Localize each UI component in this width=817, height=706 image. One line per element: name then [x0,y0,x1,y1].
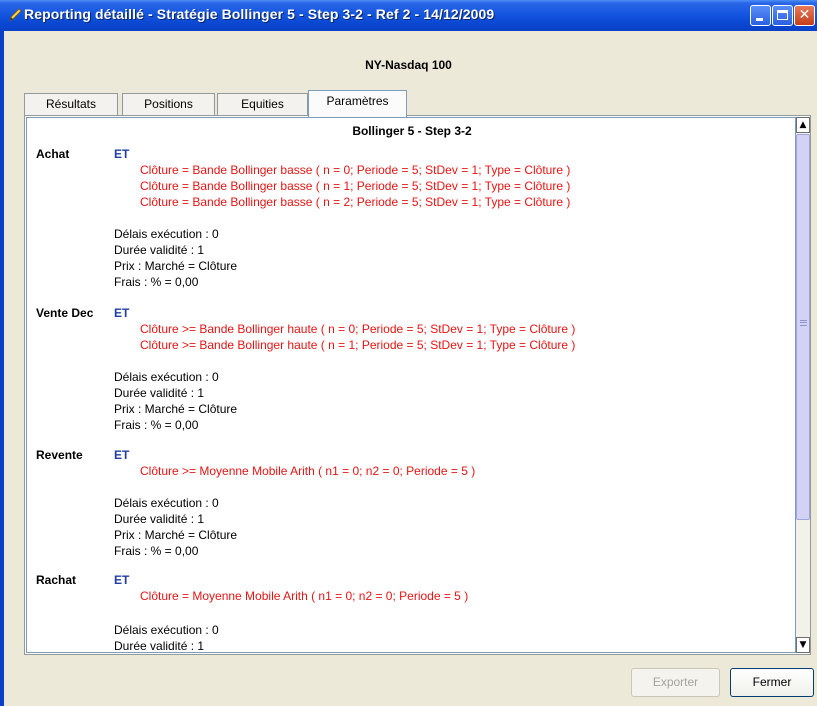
arrow-up-icon: ▲ [799,120,807,130]
execution-delay: Délais exécution : 0 [114,227,219,241]
report-window: Reporting détaillé - Stratégie Bollinger… [0,0,817,706]
condition-line: Clôture >= Moyenne Mobile Arith ( n1 = 0… [140,464,476,478]
logic-operator: ET [114,448,130,462]
title-bar[interactable]: Reporting détaillé - Stratégie Bollinger… [0,0,817,31]
parameters-content: Bollinger 5 - Step 3-2 Achat ET Clôture … [26,117,796,653]
fees-setting: Frais : % = 0,00 [114,544,199,558]
condition-line: Clôture >= Bande Bollinger haute ( n = 1… [140,338,576,352]
price-setting: Prix : Marché = Clôture [114,528,238,542]
section-label: Revente [36,448,83,462]
execution-delay: Délais exécution : 0 [114,496,219,510]
condition-line: Clôture = Bande Bollinger basse ( n = 1;… [140,179,571,193]
validity-duration: Durée validité : 1 [114,639,205,653]
grip-icon [800,320,807,326]
validity-duration: Durée validité : 1 [114,386,205,400]
minimize-button[interactable] [750,5,771,26]
close-icon: ✕ [798,7,811,23]
close-window-button[interactable]: ✕ [794,5,815,26]
window-title: Reporting détaillé - Stratégie Bollinger… [24,6,495,22]
strategy-title: Bollinger 5 - Step 3-2 [352,124,472,138]
price-setting: Prix : Marché = Clôture [114,402,238,416]
maximize-icon [777,10,788,20]
validity-duration: Durée validité : 1 [114,512,205,526]
parameters-panel: Bollinger 5 - Step 3-2 Achat ET Clôture … [24,115,811,655]
section-label: Vente Dec [36,306,94,320]
execution-delay: Délais exécution : 0 [114,623,219,637]
maximize-button[interactable] [772,5,793,26]
tab-equities[interactable]: Equities [217,93,308,115]
condition-line: Clôture = Bande Bollinger basse ( n = 2;… [140,195,571,209]
validity-duration: Durée validité : 1 [114,243,205,257]
fees-setting: Frais : % = 0,00 [114,418,199,432]
arrow-down-icon: ▼ [799,640,807,650]
minimize-icon [756,18,763,21]
logic-operator: ET [114,147,130,161]
logic-operator: ET [114,573,130,587]
condition-line: Clôture = Bande Bollinger basse ( n = 0;… [140,163,571,177]
scroll-down-button[interactable]: ▼ [796,637,810,653]
section-label: Rachat [36,573,77,587]
tab-positions[interactable]: Positions [122,93,215,115]
tab-parametres[interactable]: Paramètres [308,90,407,117]
condition-line: Clôture = Moyenne Mobile Arith ( n1 = 0;… [140,589,469,603]
condition-line: Clôture >= Bande Bollinger haute ( n = 0… [140,322,576,336]
execution-delay: Délais exécution : 0 [114,370,219,384]
export-button[interactable]: Exporter [631,668,720,697]
scroll-up-button[interactable]: ▲ [796,117,810,133]
section-label: Achat [36,147,70,161]
fees-setting: Frais : % = 0,00 [114,275,199,289]
tab-resultats[interactable]: Résultats [24,93,118,115]
logic-operator: ET [114,306,130,320]
vertical-scrollbar[interactable]: ▲ ▼ [796,117,810,653]
close-button[interactable]: Fermer [730,668,814,697]
market-name: NY-Nasdaq 100 [365,58,452,72]
scroll-thumb[interactable] [796,134,810,520]
pencil-chart-icon [9,8,22,22]
price-setting: Prix : Marché = Clôture [114,259,238,273]
